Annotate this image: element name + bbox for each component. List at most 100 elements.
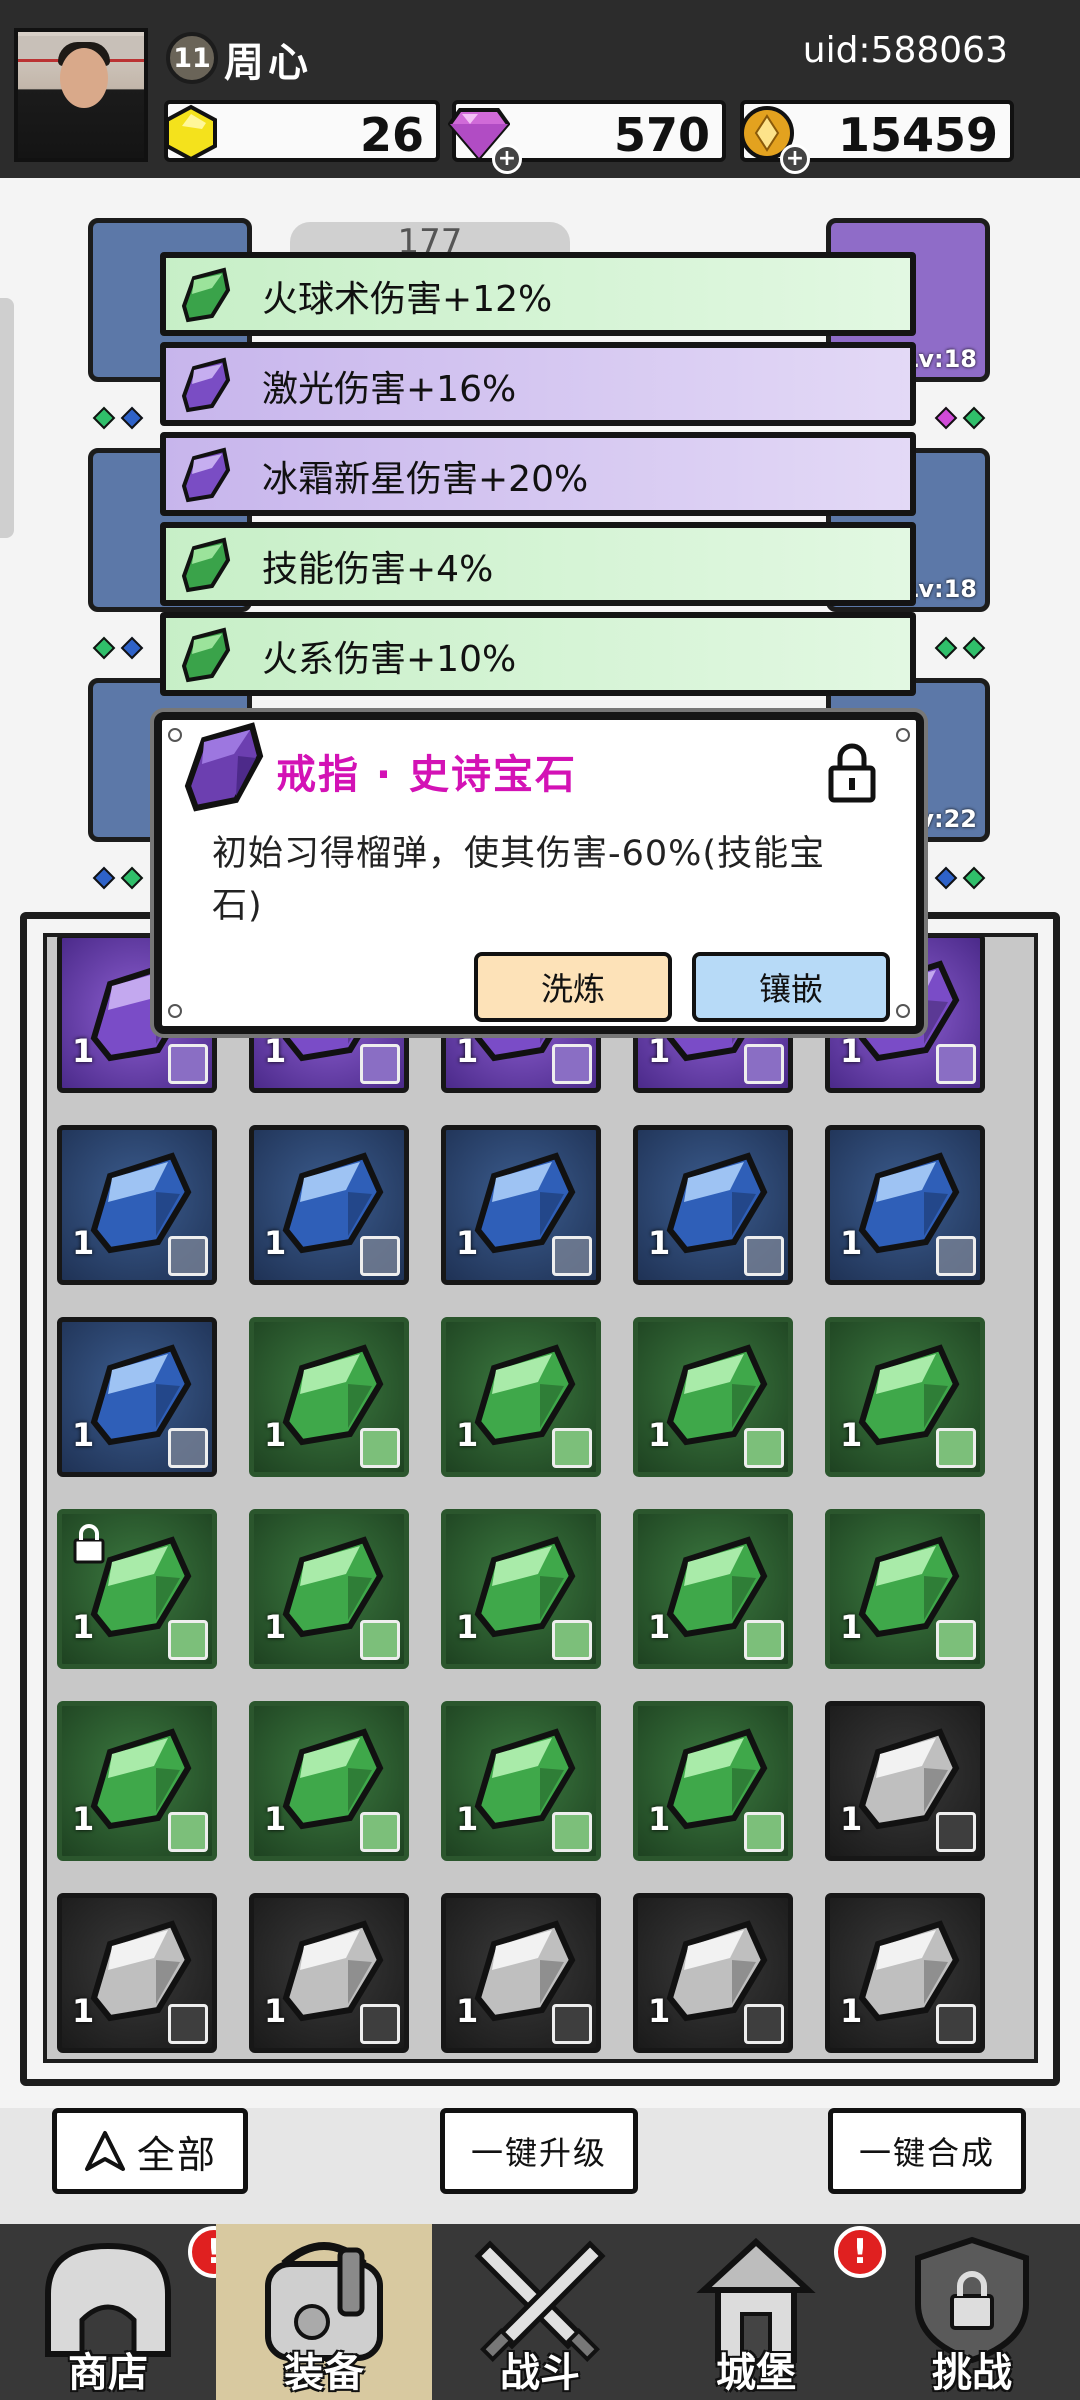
green-gem-slot[interactable]: 1 — [57, 1509, 217, 1669]
purple-gem-icon — [181, 447, 231, 503]
green-gem-slot[interactable]: 1 — [249, 1317, 409, 1477]
socket-diamond — [962, 636, 986, 660]
equipment-type-icon — [744, 1236, 784, 1276]
equipment-type-icon — [552, 1044, 592, 1084]
gem-counter[interactable]: + 570 — [448, 100, 726, 174]
equipment-type-icon — [744, 2004, 784, 2044]
equipment-type-icon — [936, 1236, 976, 1276]
tab-label: 战斗 — [500, 2350, 580, 2396]
gem-count: 1 — [264, 1224, 287, 1262]
equipment-type-icon — [744, 1428, 784, 1468]
gray-gem-slot[interactable]: 1 — [633, 1893, 793, 2053]
gem-count: 1 — [456, 1224, 479, 1262]
equipment-type-icon — [360, 1236, 400, 1276]
blue-gem-slot[interactable]: 1 — [633, 1125, 793, 1285]
gem-grid: 1 1 1 1 1 1 1 1 1 1 1 1 1 1 1 1 1 1 1 1 1 1 1 1 1 1 1 1 1 1 — [43, 933, 1038, 2063]
green-gem-slot[interactable]: 1 — [633, 1317, 793, 1477]
gray-gem-slot[interactable]: 1 — [441, 1893, 601, 2053]
skill-text: 冰霜新星伤害+20% — [262, 459, 589, 500]
blue-gem-slot[interactable]: 1 — [57, 1125, 217, 1285]
green-gem-slot[interactable]: 1 — [441, 1509, 601, 1669]
tab-equipment[interactable]: 装备 — [216, 2224, 432, 2400]
equipment-type-icon — [168, 1812, 208, 1852]
equipment-type-icon — [936, 1620, 976, 1660]
one-click-compose-button[interactable]: 一键合成 — [828, 2108, 1026, 2194]
equipment-type-icon — [360, 2004, 400, 2044]
gem-count: 1 — [648, 1416, 671, 1454]
corner-rivet — [896, 728, 910, 742]
green-gem-slot[interactable]: 1 — [441, 1317, 601, 1477]
equipment-type-icon — [360, 1620, 400, 1660]
gem-count: 1 — [72, 1224, 95, 1262]
green-gem-slot[interactable]: 1 — [249, 1509, 409, 1669]
equipment-type-icon — [360, 1812, 400, 1852]
gold-counter[interactable]: + 15459 — [740, 100, 1014, 174]
blue-gem-slot[interactable]: 1 — [825, 1125, 985, 1285]
inlay-button[interactable]: 镶嵌 — [692, 952, 890, 1022]
gem-count: 1 — [72, 1992, 95, 2030]
equipment-type-icon — [168, 1044, 208, 1084]
equipment-type-icon — [936, 2004, 976, 2044]
equipment-type-icon — [168, 1236, 208, 1276]
avatar[interactable] — [14, 28, 148, 162]
gem-count: 1 — [264, 1032, 287, 1070]
equipment-type-icon — [744, 1044, 784, 1084]
filter-all-label: 全部 — [136, 2132, 217, 2177]
corner-rivet — [168, 1004, 182, 1018]
gem-count: 1 — [648, 1800, 671, 1838]
green-gem-slot[interactable]: 1 — [57, 1701, 217, 1861]
filter-all-button[interactable]: 全部 — [52, 2108, 248, 2194]
lock-icon — [73, 1524, 105, 1564]
green-gem-slot[interactable]: 1 — [633, 1701, 793, 1861]
skill-row: 冰霜新星伤害+20% — [160, 432, 916, 516]
equipment-type-icon — [168, 1428, 208, 1468]
gem-count: 1 — [456, 1032, 479, 1070]
socket-diamond — [120, 406, 144, 430]
one-click-upgrade-button[interactable]: 一键升级 — [440, 2108, 638, 2194]
gray-gem-slot[interactable]: 1 — [57, 1893, 217, 2053]
player-uid: uid:588063 — [802, 30, 1008, 71]
tab-label: 装备 — [284, 2350, 364, 2396]
socket-diamond — [934, 406, 958, 430]
socket-diamond — [934, 636, 958, 660]
gem-count: 1 — [72, 1608, 95, 1646]
gray-gem-slot[interactable]: 1 — [249, 1893, 409, 2053]
add-gold-icon[interactable]: + — [780, 144, 810, 174]
equipment-type-icon — [936, 1044, 976, 1084]
green-gem-icon — [181, 267, 231, 323]
gem-count: 1 — [840, 1608, 863, 1646]
gem-detail-popup: 戒指 · 史诗宝石 初始习得榴弹，使其伤害-60%(技能宝石) 洗炼 镶嵌 — [154, 712, 924, 1034]
equipment-type-icon — [360, 1044, 400, 1084]
blue-gem-slot[interactable]: 1 — [249, 1125, 409, 1285]
add-gems-icon[interactable]: + — [492, 144, 522, 174]
tab-shop[interactable]: ! 商店 — [0, 2224, 240, 2400]
tab-battle[interactable]: 战斗 — [432, 2224, 648, 2400]
green-gem-slot[interactable]: 1 — [825, 1317, 985, 1477]
gem-value: 570 — [613, 108, 710, 162]
gem-count: 1 — [840, 1416, 863, 1454]
socket-diamond — [962, 866, 986, 890]
green-gem-slot[interactable]: 1 — [249, 1701, 409, 1861]
tab-challenge[interactable]: 挑战 — [864, 2224, 1080, 2400]
equipment-type-icon — [744, 1620, 784, 1660]
green-gem-slot[interactable]: 1 — [441, 1701, 601, 1861]
tab-castle[interactable]: ! 城堡 — [648, 2224, 886, 2400]
gem-count: 1 — [264, 1416, 287, 1454]
equipment-type-icon — [552, 2004, 592, 2044]
gray-gem-slot[interactable]: 1 — [825, 1701, 985, 1861]
green-gem-icon — [181, 537, 231, 593]
green-gem-slot[interactable]: 1 — [633, 1509, 793, 1669]
gem-count: 1 — [840, 1032, 863, 1070]
tab-label: 挑战 — [932, 2350, 1012, 2396]
refine-button[interactable]: 洗炼 — [474, 952, 672, 1022]
gray-gem-slot[interactable]: 1 — [825, 1893, 985, 2053]
tab-label: 商店 — [68, 2350, 148, 2396]
blue-gem-slot[interactable]: 1 — [441, 1125, 601, 1285]
blue-gem-slot[interactable]: 1 — [57, 1317, 217, 1477]
purple-gem-icon — [174, 720, 270, 820]
gem-count: 1 — [840, 1224, 863, 1262]
green-gem-slot[interactable]: 1 — [825, 1509, 985, 1669]
gem-count: 1 — [72, 1032, 95, 1070]
lock-icon[interactable] — [826, 742, 878, 808]
socket-diamond — [92, 636, 116, 660]
